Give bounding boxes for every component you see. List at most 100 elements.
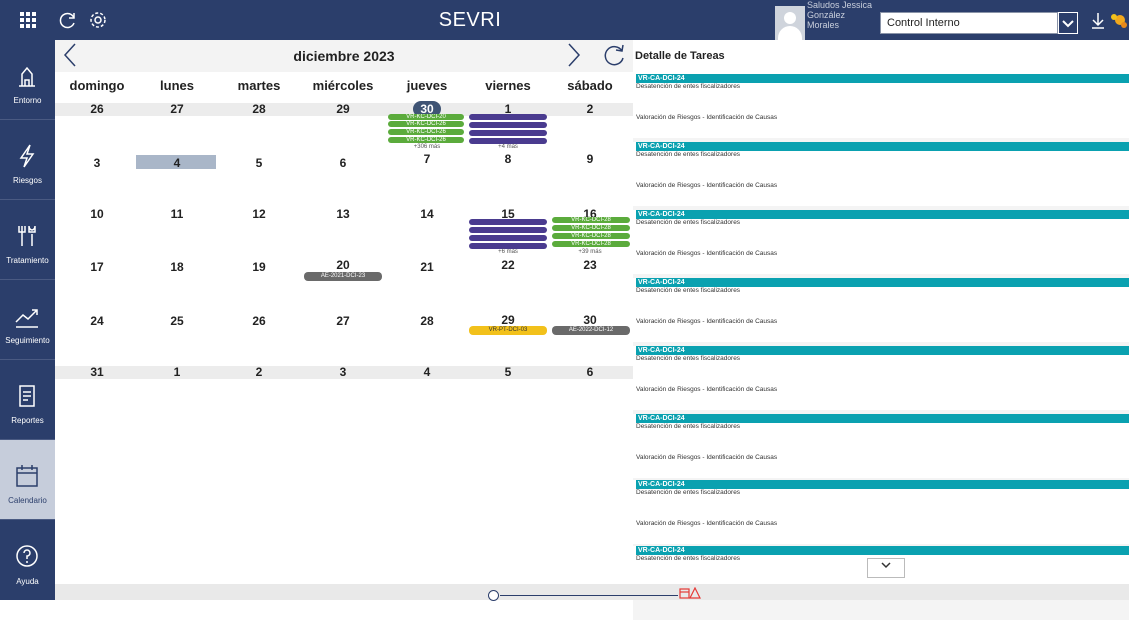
event-pill[interactable]: VR-KC-DCI-26 [388, 121, 464, 127]
event-pill[interactable] [469, 219, 547, 225]
event-pill[interactable]: VR-KC-DCI-28 [552, 225, 630, 231]
calendar-day[interactable]: 7 [387, 152, 467, 166]
sidebar-item-label: Entorno [13, 96, 42, 105]
task-activity: Valoración de Riesgos - Identificación d… [636, 318, 778, 325]
calendar-day[interactable]: 30 [550, 313, 630, 327]
avatar [775, 6, 805, 40]
event-pill[interactable]: VR-KC-DCI-28 [552, 241, 630, 247]
calendar-day[interactable]: 8 [468, 152, 548, 166]
calendar-day[interactable]: 9 [550, 152, 630, 166]
calendar-day[interactable]: 5 [468, 365, 548, 379]
calendar-day[interactable]: 29 [468, 313, 548, 327]
next-month-button[interactable] [567, 42, 589, 68]
calendar-day[interactable]: 25 [137, 314, 217, 328]
building-icon [19, 66, 35, 87]
calendar-day[interactable]: 24 [57, 314, 137, 328]
task-activity: Valoración de Riesgos - Identificación d… [636, 114, 778, 121]
help-icon [16, 545, 38, 567]
calendar-warning-icon[interactable] [679, 587, 701, 599]
calendar-day[interactable]: 2 [219, 365, 299, 379]
calendar-day[interactable]: 29 [303, 102, 383, 116]
calendar-day[interactable]: 4 [387, 365, 467, 379]
event-pill[interactable] [469, 130, 547, 136]
event-pill[interactable]: VR-KC-DCI-28 [552, 217, 630, 223]
task-subtitle: Desatención de entes fiscalizadores [636, 83, 741, 90]
calendar-day[interactable]: 3 [303, 365, 383, 379]
calendar-day[interactable]: 26 [219, 314, 299, 328]
calendar-day[interactable]: 14 [387, 207, 467, 221]
calendar-day[interactable]: 28 [219, 102, 299, 116]
sidebar-item-riesgos[interactable]: Riesgos [0, 120, 55, 200]
calendar-day[interactable]: 28 [387, 314, 467, 328]
task-subtitle: Desatención de entes fiscalizadores [636, 555, 741, 562]
sidebar: Entorno Riesgos Tratamiento Seguimiento … [0, 40, 55, 600]
task-item[interactable]: VR-CA-DCI-24 Desatención de entes fiscal… [633, 142, 1129, 206]
calendar-day[interactable]: 6 [550, 365, 630, 379]
event-pill[interactable]: AE-2021-DCI-23 [304, 272, 382, 281]
zoom-slider-track[interactable] [500, 595, 678, 596]
weekday-header: lunes [160, 78, 194, 93]
calendar-day[interactable]: 26 [57, 102, 137, 116]
event-pill[interactable]: AE-2022-DCI-12 [552, 326, 630, 335]
more-events-link[interactable]: +6 más [468, 249, 548, 255]
calendar-header: diciembre 2023 [55, 40, 633, 72]
calendar-day[interactable]: 11 [137, 207, 217, 221]
calendar-day[interactable]: 31 [57, 365, 137, 379]
task-subtitle: Desatención de entes fiscalizadores [636, 219, 741, 226]
task-item[interactable]: VR-CA-DCI-24 Desatención de entes fiscal… [633, 210, 1129, 274]
scroll-down-button[interactable] [867, 558, 905, 578]
calendar-day[interactable]: 13 [303, 207, 383, 221]
chevron-down-icon[interactable] [1058, 12, 1078, 34]
event-pill[interactable] [469, 227, 547, 233]
sidebar-item-ayuda[interactable]: Ayuda [0, 520, 55, 600]
calendar-day[interactable]: 27 [137, 102, 217, 116]
sidebar-item-reportes[interactable]: Reportes [0, 360, 55, 440]
calendar-day[interactable]: 17 [57, 260, 137, 274]
calendar-day[interactable]: 23 [550, 258, 630, 272]
calendar-day[interactable]: 5 [219, 156, 299, 170]
more-events-link[interactable]: +306 más [387, 144, 467, 150]
task-activity: Valoración de Riesgos - Identificación d… [636, 454, 778, 461]
event-pill[interactable]: VR-KC-DCI-26 [388, 129, 464, 135]
task-item[interactable]: VR-CA-DCI-24 Desatención de entes fiscal… [633, 278, 1129, 342]
sidebar-item-label: Ayuda [16, 577, 39, 586]
event-pill[interactable]: VR-KC-DCI-26 [388, 137, 464, 143]
task-code: VR-CA-DCI-24 [636, 546, 1129, 555]
calendar-refresh-icon[interactable] [602, 42, 628, 68]
sidebar-item-seguimiento[interactable]: Seguimiento [0, 280, 55, 360]
calendar-day[interactable]: 12 [219, 207, 299, 221]
calendar-day[interactable]: 6 [303, 156, 383, 170]
task-subtitle: Desatención de entes fiscalizadores [636, 355, 741, 362]
calendar-day[interactable]: 20 [303, 258, 383, 272]
more-events-link[interactable]: +39 más [550, 249, 630, 255]
event-pill[interactable]: VR-KC-DCI-28 [552, 233, 630, 239]
task-code: VR-CA-DCI-24 [636, 210, 1129, 219]
calendar-day[interactable]: 3 [57, 156, 137, 170]
task-item[interactable]: VR-CA-DCI-24 Desatención de entes fiscal… [633, 74, 1129, 138]
sidebar-item-tratamiento[interactable]: Tratamiento [0, 200, 55, 280]
sidebar-item-entorno[interactable]: Entorno [0, 40, 55, 120]
calendar-day[interactable]: 19 [219, 260, 299, 274]
sidebar-item-calendario[interactable]: Calendario [0, 440, 55, 520]
calendar-day[interactable]: 2 [550, 102, 630, 116]
calendar-day[interactable]: 1 [137, 365, 217, 379]
calendar-day-selected[interactable]: 4 [137, 156, 217, 170]
task-item[interactable]: VR-CA-DCI-24 Desatención de entes fiscal… [633, 346, 1129, 410]
area-select[interactable]: Control Interno [880, 12, 1058, 34]
calendar-day[interactable]: 27 [303, 314, 383, 328]
calendar-day[interactable]: 10 [57, 207, 137, 221]
calendar-day[interactable]: 22 [468, 258, 548, 272]
event-pill[interactable] [469, 235, 547, 241]
calendar-day[interactable]: 21 [387, 260, 467, 274]
calendar-day[interactable]: 18 [137, 260, 217, 274]
task-subtitle: Desatención de entes fiscalizadores [636, 287, 741, 294]
zoom-slider-handle[interactable] [488, 590, 499, 601]
task-item[interactable]: VR-CA-DCI-24 Desatención de entes fiscal… [633, 414, 1129, 478]
event-pill[interactable] [469, 114, 547, 120]
event-pill[interactable]: VR-KC-DCI-20 [388, 114, 464, 120]
more-events-link[interactable]: +4 más [468, 144, 548, 150]
event-pill[interactable]: VR-PT-DCI-03 [469, 326, 547, 335]
event-pill[interactable] [469, 122, 547, 128]
task-item[interactable]: VR-CA-DCI-24 Desatención de entes fiscal… [633, 480, 1129, 544]
task-detail-panel: Detalle de Tareas VR-CA-DCI-24 Desatenci… [633, 40, 1129, 620]
